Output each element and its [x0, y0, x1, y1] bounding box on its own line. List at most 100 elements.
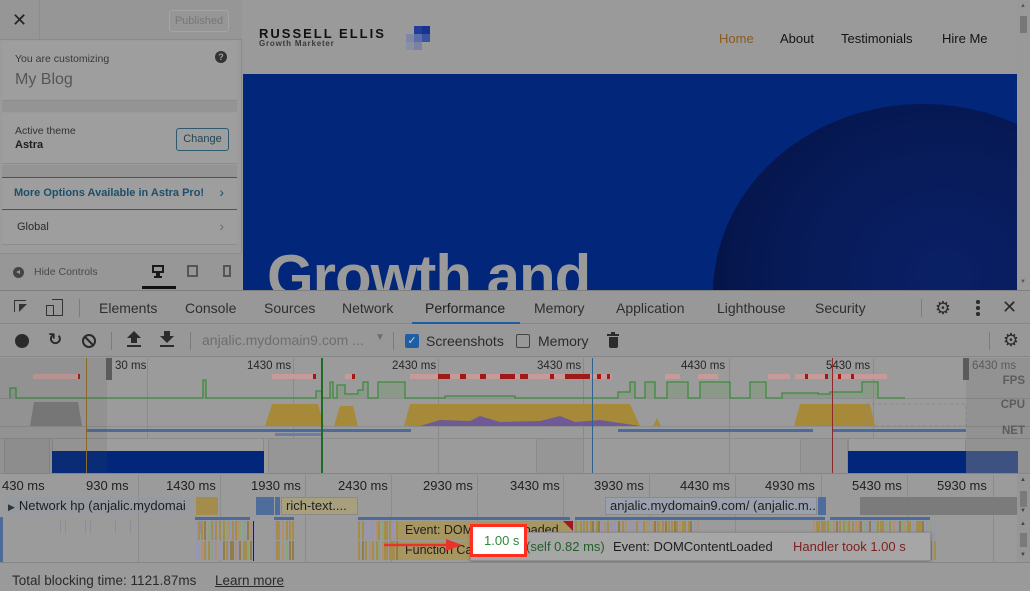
collapse-icon [13, 266, 24, 278]
task-slice [365, 521, 367, 540]
memory-checkbox[interactable] [516, 334, 530, 348]
nav-about[interactable]: About [780, 31, 814, 46]
task-slice [237, 521, 239, 540]
profile-select[interactable]: anjalic.mydomain9.com ... ▼ [202, 332, 385, 348]
net-bar [86, 429, 411, 432]
device-toolbar-icon[interactable] [46, 299, 64, 317]
tab-memory[interactable]: Memory [534, 300, 585, 316]
section-astra-pro[interactable]: More Options Available in Astra Pro! › [2, 177, 237, 210]
preview-mobile-button[interactable] [220, 264, 234, 278]
tab-performance[interactable]: Performance [425, 300, 505, 316]
task-slice [215, 541, 217, 560]
task-slice [204, 521, 206, 540]
customizing-info: You are customizing My Blog ? [2, 41, 237, 99]
task-slice [372, 541, 374, 560]
screenshot-thumbnail-hero [848, 451, 966, 473]
nav-testimonials[interactable]: Testimonials [841, 31, 913, 46]
active-theme-section: Active theme Astra Change [2, 113, 237, 164]
customizing-label: You are customizing [15, 53, 110, 65]
task-slice [60, 521, 61, 533]
task-slice [235, 521, 237, 540]
trash-icon[interactable] [607, 332, 619, 349]
highlighted-duration: 1.00 s [484, 533, 520, 548]
load-profile-icon[interactable] [127, 331, 141, 349]
tab-lighthouse[interactable]: Lighthouse [717, 300, 786, 316]
published-button[interactable]: Published [169, 10, 229, 32]
task-slice [292, 521, 294, 540]
task-slice [235, 541, 237, 560]
record-icon[interactable] [15, 334, 29, 348]
task-slice [365, 541, 367, 560]
task-slice [211, 541, 213, 560]
annotation-highlight: 1.00 s [470, 524, 527, 557]
overview-left-handle[interactable] [106, 358, 112, 380]
capture-settings-gear-icon[interactable]: ⚙ [1002, 331, 1020, 349]
tab-network[interactable]: Network [342, 300, 393, 316]
reload-record-icon[interactable]: ↻ [48, 330, 62, 350]
task-slice [208, 521, 210, 540]
overview-right-handle[interactable] [963, 358, 969, 380]
preview-tablet-button[interactable] [186, 264, 200, 278]
task-slice [292, 541, 294, 560]
task-slice [289, 541, 291, 560]
task-slice [115, 521, 116, 533]
screenshot-thumbnail [800, 438, 848, 473]
long-task-marker [805, 374, 808, 379]
learn-more-link[interactable]: Learn more [215, 573, 284, 588]
long-task-marker [597, 374, 601, 379]
settings-gear-icon[interactable]: ⚙ [934, 299, 952, 317]
screenshots-checkbox[interactable]: ✓ [405, 334, 419, 348]
divider [989, 332, 990, 350]
clear-icon[interactable] [82, 334, 96, 348]
memory-label: Memory [538, 333, 589, 349]
close-devtools-icon[interactable]: ✕ [1002, 297, 1017, 318]
tab-elements[interactable]: Elements [99, 300, 157, 316]
task-slice [198, 521, 200, 540]
task-slice [85, 521, 86, 533]
inspect-element-icon[interactable] [14, 299, 32, 317]
hide-controls-button[interactable]: Hide Controls [13, 266, 98, 278]
fps-graph [9, 379, 905, 399]
help-icon[interactable]: ? [215, 51, 227, 63]
customizer-footer: Hide Controls [0, 253, 242, 290]
tab-sources[interactable]: Sources [264, 300, 315, 316]
tooltip-self-time: (self 0.82 ms) [526, 539, 605, 554]
task-slice [201, 541, 203, 560]
close-customizer-button[interactable]: ✕ [0, 0, 40, 40]
cpu-scripting-area [334, 406, 358, 426]
task-slice [230, 541, 232, 560]
more-options-icon[interactable] [972, 298, 984, 318]
tab-console[interactable]: Console [185, 300, 236, 316]
section-astra-pro-label: More Options Available in Astra Pro! [14, 187, 205, 199]
task-slice [243, 521, 245, 540]
task-slice [286, 541, 288, 560]
event-tooltip: 1.00 s (self 0.82 ms) Event: DOMContentL… [470, 532, 931, 561]
change-theme-button[interactable]: Change [176, 128, 229, 151]
long-task-bar [272, 374, 315, 379]
chevron-right-icon: › [219, 184, 224, 200]
task-slice [369, 541, 371, 560]
preview-scrollbar[interactable]: ▲ ▼ [1017, 0, 1030, 290]
section-global[interactable]: Global › [2, 211, 237, 245]
divider [393, 332, 394, 350]
nav-home[interactable]: Home [719, 31, 754, 46]
chevron-down-icon: ▼ [375, 332, 385, 343]
cpu-scripting-area [653, 418, 661, 426]
divider [111, 332, 112, 350]
task-slice [226, 541, 228, 560]
nav-hire-me[interactable]: Hire Me [942, 31, 988, 46]
timeline-overview[interactable]: 30 ms 1430 ms 2430 ms 3430 ms 4430 ms 54… [0, 358, 1030, 474]
active-theme-label: Active theme [15, 125, 76, 137]
net-bar [275, 433, 323, 436]
tab-security[interactable]: Security [815, 300, 866, 316]
preview-desktop-button[interactable] [151, 264, 165, 278]
tab-application[interactable]: Application [616, 300, 685, 316]
task-slice [213, 541, 215, 560]
screenshot-thumbnail [536, 438, 584, 473]
flame-scrollbar[interactable]: ▲ ▼ ▲ ▼ [1017, 475, 1030, 562]
save-profile-icon[interactable] [160, 331, 174, 349]
scrollbar-thumb[interactable] [1020, 16, 1027, 33]
customizer-panel: ✕ Published You are customizing My Blog … [0, 0, 242, 290]
task-slice [378, 521, 380, 540]
task-slice [228, 541, 230, 560]
